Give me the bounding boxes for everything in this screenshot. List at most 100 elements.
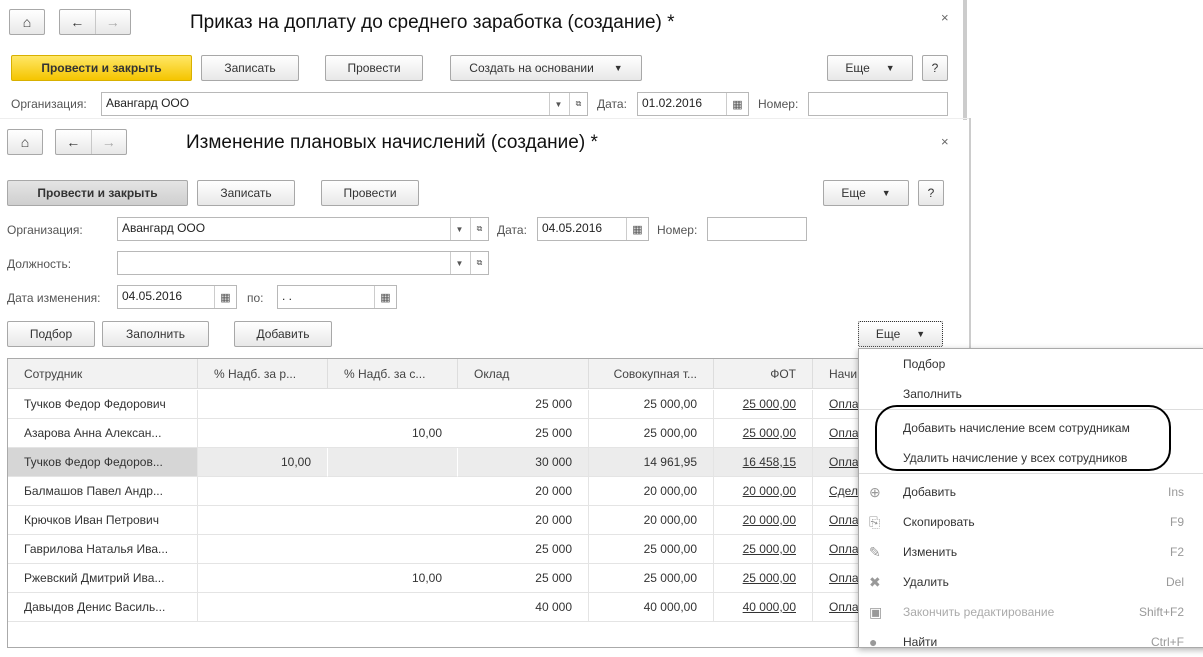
number-field[interactable] [808,92,948,116]
to-date-field[interactable]: . . ▦ [277,285,397,309]
table-more-button[interactable]: Еще ▼ [858,321,943,347]
date-label: Дата: [497,223,527,237]
menu-separator [859,473,1203,474]
menu-item[interactable]: ▣ Закончить редактирование Shift+F2 [859,597,1203,627]
menu-item[interactable]: ✎ Изменить F2 [859,537,1203,567]
more-button[interactable]: Еще ▼ [823,180,909,206]
help-button[interactable]: ? [922,55,948,81]
table-cell[interactable]: 40 000,00 [714,593,813,622]
save-button[interactable]: Записать [197,180,295,206]
table-cell[interactable]: 25 000,00 [714,564,813,593]
chevron-down-icon: ▼ [613,63,623,73]
open-icon[interactable]: ⧉ [569,93,587,115]
to-label: по: [247,291,264,305]
table-cell [328,390,458,419]
calendar-icon[interactable]: ▦ [374,286,396,308]
menu-item-shortcut: Ctrl+F [1151,635,1184,649]
chevron-down-icon: ▼ [885,63,895,73]
post-and-close-button[interactable]: Провести и закрыть [11,55,192,81]
table-cell[interactable]: 25 000,00 [714,535,813,564]
save-button[interactable]: Записать [201,55,299,81]
open-icon[interactable]: ⧉ [470,252,488,274]
column-header[interactable]: % Надб. за р... [198,359,328,389]
history-nav[interactable]: ← → [59,9,131,35]
table-row[interactable]: Давыдов Денис Василь... 40 000 40 000,00 40… [8,593,878,622]
chevron-down-icon[interactable]: ▼ [549,93,567,115]
table-cell: Гаврилова Наталья Ива... [8,535,198,564]
table-cell[interactable]: 20 000,00 [714,506,813,535]
menu-item[interactable]: ● Найти Ctrl+F [859,627,1203,657]
table-cell: 40 000,00 [589,593,714,622]
home-button[interactable]: ⌂ [7,129,43,155]
position-field[interactable]: ▼ ⧉ [117,251,489,275]
back-icon[interactable]: ← [56,130,91,154]
end-edit-icon: ▣ [869,603,883,620]
forward-icon[interactable]: → [94,10,131,34]
post-and-close-button[interactable]: Провести и закрыть [7,180,188,206]
menu-item-label: Скопировать [903,515,975,529]
close-icon[interactable]: × [941,10,949,25]
date-value: 01.02.2016 [642,96,703,110]
table-row[interactable]: Крючков Иван Петрович 20 000 20 000,00 20 0… [8,506,878,535]
create-based-button[interactable]: Создать на основании ▼ [450,55,642,81]
open-icon[interactable]: ⧉ [470,218,488,240]
number-field[interactable] [707,217,807,241]
table-cell [328,535,458,564]
scrollbar[interactable] [963,0,967,120]
table-cell: 20 000 [458,506,589,535]
table-row[interactable]: Азарова Анна Алексан... 10,00 25 000 25 000… [8,419,878,448]
date-field[interactable]: 04.05.2016 ▦ [537,217,649,241]
menu-item[interactable]: ✖ Удалить Del [859,567,1203,597]
table-row[interactable]: Тучков Федор Федорович 25 000 25 000,00 25 … [8,390,878,419]
column-header[interactable]: Сотрудник [8,359,198,389]
org-field[interactable]: Авангард ООО ▼ ⧉ [101,92,588,116]
table-cell: 25 000,00 [589,419,714,448]
table-cell: 25 000,00 [589,390,714,419]
close-icon[interactable]: × [941,134,949,149]
column-header[interactable]: % Надб. за с... [328,359,458,389]
change-date-field[interactable]: 04.05.2016 ▦ [117,285,237,309]
more-label: Еще [845,61,870,75]
post-button[interactable]: Провести [321,180,419,206]
table-cell[interactable]: 25 000,00 [714,390,813,419]
table-row[interactable]: Ржевский Дмитрий Ива... 10,00 25 000 25 000… [8,564,878,593]
table-row[interactable]: Тучков Федор Федоров... 10,00 30 000 14 961… [8,448,878,477]
chevron-down-icon[interactable]: ▼ [450,218,468,240]
chevron-down-icon[interactable]: ▼ [450,252,468,274]
number-label: Номер: [758,97,799,111]
add-button[interactable]: Добавить [234,321,332,347]
column-header[interactable]: ФОТ [714,359,813,389]
table-cell[interactable]: 25 000,00 [714,419,813,448]
menu-item-shortcut: F9 [1169,515,1184,529]
column-header[interactable]: Оклад [458,359,589,389]
table-cell[interactable]: 16 458,15 [714,448,813,477]
table-row[interactable]: Гаврилова Наталья Ива... 25 000 25 000,00 2… [8,535,878,564]
select-button[interactable]: Подбор [7,321,95,347]
calendar-icon[interactable]: ▦ [626,218,648,240]
calendar-icon[interactable]: ▦ [214,286,236,308]
more-button[interactable]: Еще ▼ [827,55,913,81]
menu-item[interactable]: ⎘ Скопировать F9 [859,507,1203,537]
fill-button[interactable]: Заполнить [102,321,209,347]
menu-item[interactable]: Подбор [859,349,1203,379]
org-value: Авангард ООО [122,221,206,235]
table-cell [328,593,458,622]
table-cell: 30 000 [458,448,589,477]
table-cell[interactable]: 20 000,00 [714,477,813,506]
help-button[interactable]: ? [918,180,944,206]
forward-icon[interactable]: → [90,130,127,154]
home-button[interactable]: ⌂ [9,9,45,35]
date-field[interactable]: 01.02.2016 ▦ [637,92,749,116]
calendar-icon[interactable]: ▦ [726,93,748,115]
history-nav[interactable]: ← → [55,129,127,155]
menu-item-label: Закончить редактирование [903,605,1055,619]
back-icon[interactable]: ← [60,10,95,34]
table-cell: 25 000,00 [589,535,714,564]
employees-table[interactable]: Сотрудник% Надб. за р...% Надб. за с... О… [7,358,878,648]
post-button[interactable]: Провести [325,55,423,81]
org-field[interactable]: Авангард ООО ▼ ⧉ [117,217,489,241]
table-row[interactable]: Балмашов Павел Андр... 20 000 20 000,00 20 … [8,477,878,506]
change-date-label: Дата изменения: [7,291,101,305]
menu-item[interactable]: ⊕ Добавить Ins [859,477,1203,507]
column-header[interactable]: Совокупная т... [589,359,714,389]
